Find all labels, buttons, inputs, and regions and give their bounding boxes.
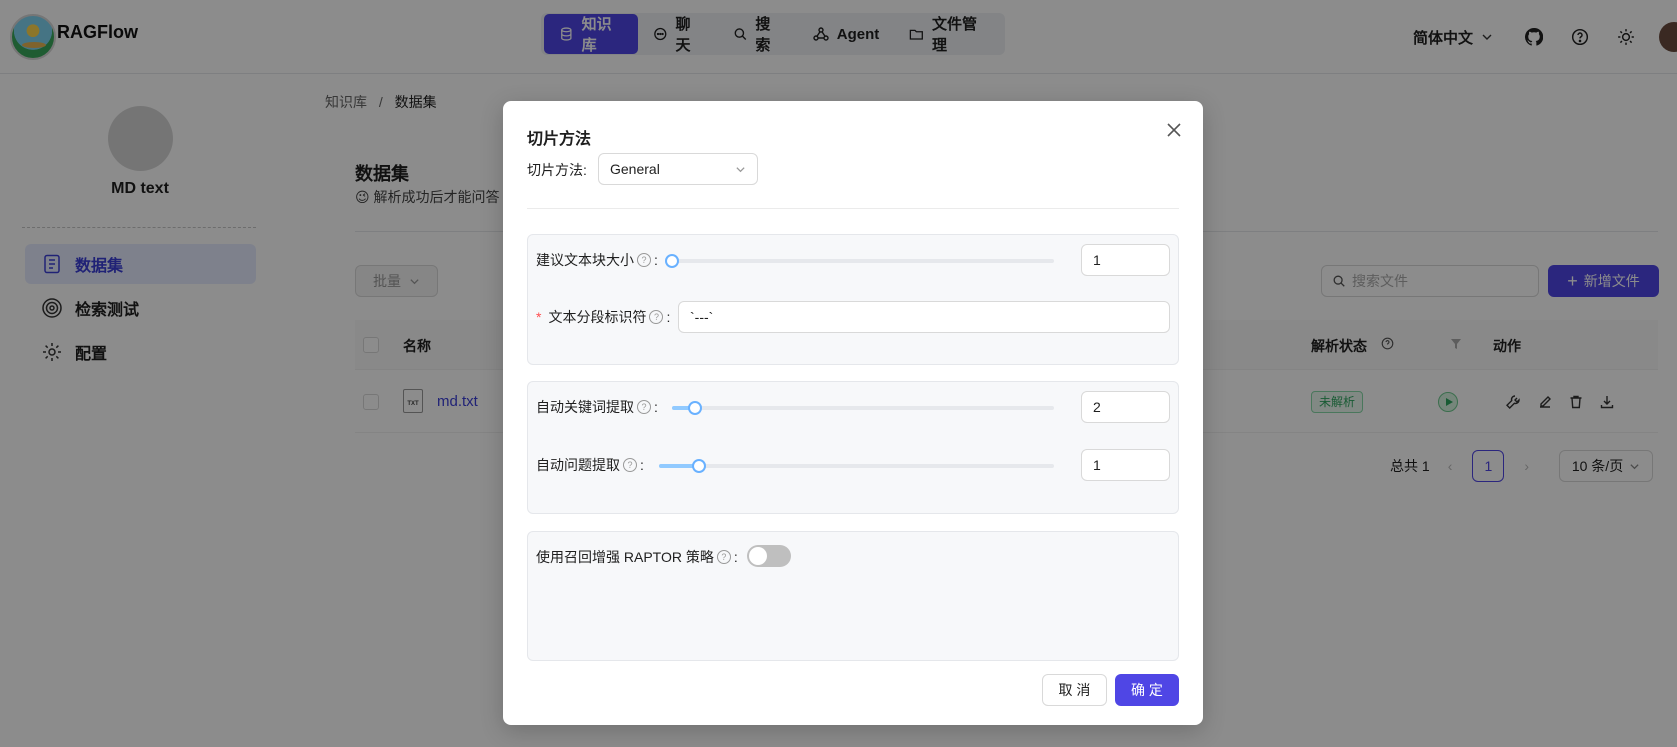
- colon: :: [733, 549, 738, 565]
- questions-input[interactable]: 1: [1081, 449, 1170, 481]
- colon: :: [640, 457, 644, 473]
- chunk-method-modal: 切片方法 切片方法: General 建议文本块大小 ?: 1 * 文本分段标识…: [503, 101, 1203, 725]
- questions-slider[interactable]: [659, 459, 1054, 473]
- colon: :: [666, 309, 671, 325]
- colon: :: [654, 252, 658, 268]
- delimiter-label-text: 文本分段标识符: [548, 309, 647, 325]
- keywords-label-text: 自动关键词提取: [536, 399, 634, 415]
- required-mark: *: [536, 309, 542, 325]
- method-label: 切片方法:: [527, 162, 587, 178]
- chunk-size-label: 建议文本块大小 ?:: [536, 250, 658, 270]
- chevron-down-icon: [736, 166, 745, 172]
- chunk-method-value: General: [610, 161, 660, 177]
- help-icon[interactable]: ?: [649, 310, 664, 324]
- keywords-slider[interactable]: [672, 401, 1054, 415]
- chunk-size-slider[interactable]: [665, 254, 1054, 268]
- raptor-toggle[interactable]: [747, 545, 791, 567]
- help-icon[interactable]: ?: [637, 400, 651, 414]
- chunk-method-select[interactable]: General: [598, 153, 758, 185]
- slider-handle[interactable]: [691, 459, 706, 473]
- delimiter-input[interactable]: `---`: [678, 301, 1170, 333]
- extraction-group: 自动关键词提取 ?: 2 自动问题提取 ?: 1: [527, 381, 1179, 514]
- ok-button[interactable]: 确 定: [1115, 674, 1179, 706]
- chunk-size-label-text: 建议文本块大小: [536, 252, 634, 268]
- modal-title: 切片方法: [527, 131, 592, 148]
- raptor-label-text: 使用召回增强 RAPTOR 策略: [536, 549, 714, 565]
- slider-handle[interactable]: [687, 401, 702, 415]
- help-icon[interactable]: ?: [716, 550, 731, 564]
- help-icon[interactable]: ?: [623, 458, 637, 472]
- keywords-input[interactable]: 2: [1081, 391, 1170, 423]
- modal-divider: [527, 208, 1179, 209]
- chunk-settings-group: 建议文本块大小 ?: 1 * 文本分段标识符 ?: `---`: [527, 234, 1179, 365]
- delimiter-label: * 文本分段标识符 ?:: [536, 307, 670, 327]
- colon: :: [654, 399, 658, 415]
- close-icon[interactable]: [1163, 119, 1185, 141]
- keywords-label: 自动关键词提取 ?:: [536, 397, 658, 417]
- help-icon[interactable]: ?: [637, 253, 651, 267]
- raptor-label: 使用召回增强 RAPTOR 策略 ?:: [536, 547, 738, 567]
- cancel-button[interactable]: 取 消: [1042, 674, 1107, 706]
- slider-handle[interactable]: [665, 254, 679, 268]
- raptor-group: 使用召回增强 RAPTOR 策略 ?:: [527, 531, 1179, 661]
- chunk-size-input[interactable]: 1: [1081, 244, 1170, 276]
- questions-label-text: 自动问题提取: [536, 457, 620, 473]
- questions-label: 自动问题提取 ?:: [536, 455, 644, 475]
